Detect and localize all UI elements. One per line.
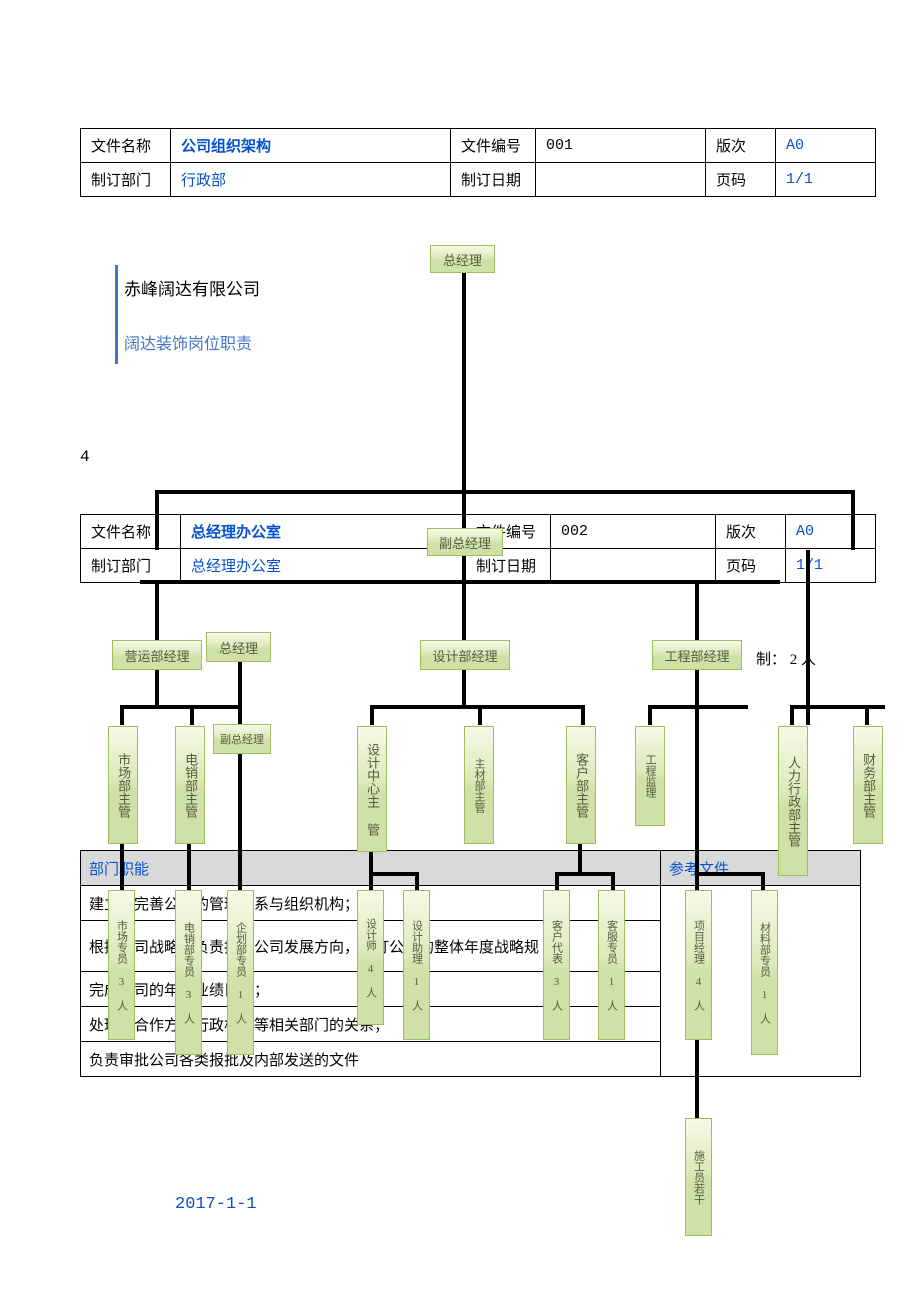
org-plan-spec: 企划部专员 1 人 — [227, 890, 254, 1055]
org-cust-serv: 客服专员 1 人 — [598, 890, 625, 1040]
h1-v6: 1/1 — [776, 163, 876, 197]
h2-c4: 制订部门 — [81, 549, 181, 583]
org-cust-rep: 客户代表 3 人 — [543, 890, 570, 1040]
h1-v5 — [536, 163, 706, 197]
org-hr-sup: 人力行政部主管 — [778, 726, 808, 876]
org-design-mgr: 设计部经理 — [420, 640, 510, 670]
dept-row5: 负责审批公司各类报批及内部发送的文件 — [81, 1042, 661, 1077]
h2-c3: 版次 — [716, 515, 786, 549]
org-market-sup: 市场部主管 — [108, 726, 138, 844]
org-gm-2: 总经理 — [206, 632, 271, 662]
h2-c1: 文件名称 — [81, 515, 181, 549]
org-vice-gm: 副总经理 — [427, 528, 503, 556]
org-ops-mgr: 营运部经理 — [112, 640, 202, 670]
company-subtitle: 阔达装饰岗位职责 — [124, 330, 384, 354]
company-block: 赤峰阔达有限公司 阔达装饰岗位职责 — [115, 265, 384, 364]
h2-v1: 总经理办公室 — [181, 515, 466, 549]
h2-v5 — [551, 549, 716, 583]
org-proj-mgr: 项目经理 4 人 — [685, 890, 712, 1040]
org-gm: 总经理 — [430, 245, 495, 273]
h1-c4: 制订部门 — [81, 163, 171, 197]
h1-v3: A0 — [776, 129, 876, 163]
org-material-sup: 主材部主管 — [464, 726, 494, 844]
footer-date: 2017-1-1 — [175, 1195, 257, 1214]
h1-v4: 行政部 — [171, 163, 451, 197]
h1-c5: 制订日期 — [451, 163, 536, 197]
h2-c6: 页码 — [716, 549, 786, 583]
org-market-spec: 市场专员 3 人 — [108, 890, 135, 1040]
h2-v4: 总经理办公室 — [181, 549, 466, 583]
h1-c2: 文件编号 — [451, 129, 536, 163]
h1-v1: 公司组织架构 — [171, 129, 451, 163]
org-design-center: 设计中心主 管 — [357, 726, 387, 852]
org-designer: 设计师 4 人 — [357, 890, 384, 1025]
h1-v2: 001 — [536, 129, 706, 163]
page-marker: 4 — [80, 448, 90, 466]
h1-c3: 版次 — [706, 129, 776, 163]
org-design-asst: 设计助理 1 人 — [403, 890, 430, 1040]
h2-v2: 002 — [551, 515, 716, 549]
org-material-spec: 材料部专员 1 人 — [751, 890, 778, 1055]
org-tele-spec: 电销部专员 3 人 — [175, 890, 202, 1055]
org-tele-sup: 电销部主管 — [175, 726, 205, 844]
org-construction: 施工员若干 — [685, 1118, 712, 1236]
company-name: 赤峰阔达有限公司 — [124, 275, 384, 300]
h1-c6: 页码 — [706, 163, 776, 197]
org-fin-sup: 财务部主管 — [853, 726, 883, 844]
header-table-1: 文件名称 公司组织架构 文件编号 001 版次 A0 制订部门 行政部 制订日期… — [80, 128, 876, 197]
org-eng-sup: 工程监理 — [635, 726, 665, 826]
h1-c1: 文件名称 — [81, 129, 171, 163]
org-cust-sup: 客户部主管 — [566, 726, 596, 844]
org-vice-gm-2: 副总经理 — [213, 724, 271, 754]
h2-v3: A0 — [786, 515, 876, 549]
h2-v6: 1/1 — [786, 549, 876, 583]
org-eng-mgr: 工程部经理 — [652, 640, 742, 670]
